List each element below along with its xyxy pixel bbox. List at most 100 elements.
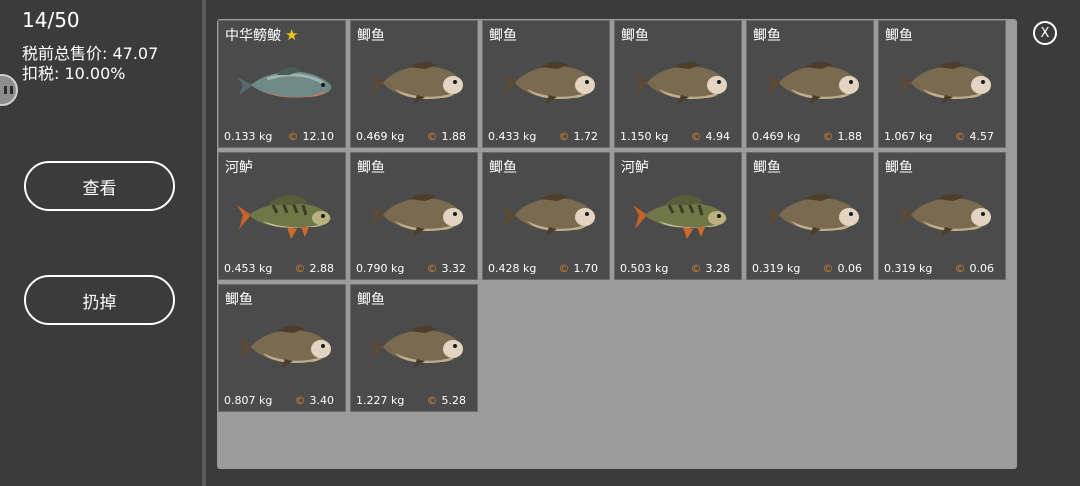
coin-icon: © — [558, 130, 570, 143]
fish-price-value: 1.88 — [837, 130, 863, 143]
fish-name: 鲫鱼 — [753, 25, 781, 45]
drop-button[interactable]: 扔掉 — [24, 275, 175, 325]
fish-card[interactable]: 鲫鱼 0.428 kg © 1.70 — [482, 152, 610, 280]
fish-name: 中华鳑鲏 ★ — [225, 25, 298, 45]
fish-price-value: 1.72 — [573, 130, 599, 143]
perch-fish-icon — [233, 183, 337, 247]
fish-weight: 0.469 kg — [752, 130, 801, 143]
fish-weight: 0.433 kg — [488, 130, 537, 143]
fish-name: 鲫鱼 — [225, 289, 253, 309]
fish-weight: 0.503 kg — [620, 262, 669, 275]
carp-fish-icon — [365, 183, 469, 247]
fish-price-value: 4.57 — [969, 130, 995, 143]
coin-icon: © — [426, 130, 438, 143]
fish-name: 鲫鱼 — [357, 157, 385, 177]
fish-grid: 中华鳑鲏 ★ 0.133 kg © 12.10 鲫鱼 0.469 kg © 1.88 鲫鱼 0… — [217, 19, 1017, 469]
fish-card[interactable]: 鲫鱼 0.469 kg © 1.88 — [746, 20, 874, 148]
coin-icon: © — [426, 262, 438, 275]
side-handle-icon[interactable] — [0, 74, 18, 106]
fish-name-text: 鲫鱼 — [225, 292, 253, 308]
star-icon: ★ — [285, 26, 299, 44]
fish-name: 河鲈 — [621, 157, 649, 177]
close-button[interactable]: X — [1033, 21, 1057, 45]
fish-card[interactable]: 鲫鱼 1.227 kg © 5.28 — [350, 284, 478, 412]
carp-fish-icon — [365, 315, 469, 379]
coin-icon: © — [294, 394, 306, 407]
fish-card[interactable]: 鲫鱼 0.469 kg © 1.88 — [350, 20, 478, 148]
fish-weight: 0.319 kg — [884, 262, 933, 275]
fish-weight: 0.790 kg — [356, 262, 405, 275]
fish-card[interactable]: 鲫鱼 1.150 kg © 4.94 — [614, 20, 742, 148]
fish-name-text: 鲫鱼 — [357, 160, 385, 176]
fish-price: © 4.57 — [955, 130, 995, 143]
carp-fish-icon — [893, 183, 997, 247]
fish-price-value: 5.28 — [441, 394, 467, 407]
carp-fish-icon — [497, 51, 601, 115]
coin-icon: © — [954, 130, 966, 143]
fish-price: © 3.28 — [691, 262, 731, 275]
carp-fish-icon — [893, 51, 997, 115]
fish-name-text: 鲫鱼 — [489, 28, 517, 44]
fish-price: © 0.06 — [955, 262, 995, 275]
coin-icon: © — [294, 262, 306, 275]
fish-price: © 0.06 — [823, 262, 863, 275]
fish-weight: 0.453 kg — [224, 262, 273, 275]
fish-name-text: 鲫鱼 — [885, 160, 913, 176]
fish-card[interactable]: 鲫鱼 0.433 kg © 1.72 — [482, 20, 610, 148]
fish-price-value: 12.10 — [302, 130, 335, 143]
view-button[interactable]: 查看 — [24, 161, 175, 211]
fish-card[interactable]: 鲫鱼 0.807 kg © 3.40 — [218, 284, 346, 412]
carp-fish-icon — [629, 51, 733, 115]
panel-divider — [202, 0, 206, 486]
fish-price: © 4.94 — [691, 130, 731, 143]
fish-name-text: 河鲈 — [621, 160, 649, 176]
fish-weight: 1.067 kg — [884, 130, 933, 143]
bitterling-fish-icon — [233, 51, 337, 115]
coin-icon: © — [558, 262, 570, 275]
fish-card[interactable]: 河鲈 0.453 kg © 2.88 — [218, 152, 346, 280]
fish-price-value: 0.06 — [837, 262, 863, 275]
catch-count: 14/50 — [22, 8, 80, 32]
fish-name-text: 鲫鱼 — [357, 28, 385, 44]
fish-price: © 1.70 — [559, 262, 599, 275]
fish-name-text: 鲫鱼 — [621, 28, 649, 44]
fish-price-value: 4.94 — [705, 130, 731, 143]
fish-name: 鲫鱼 — [885, 25, 913, 45]
fish-name-text: 鲫鱼 — [885, 28, 913, 44]
carp-fish-icon — [497, 183, 601, 247]
fish-weight: 0.428 kg — [488, 262, 537, 275]
fish-price: © 2.88 — [295, 262, 335, 275]
fish-name-text: 鲫鱼 — [753, 28, 781, 44]
coin-icon: © — [690, 262, 702, 275]
fish-name: 鲫鱼 — [753, 157, 781, 177]
fish-price: © 12.10 — [288, 130, 335, 143]
fish-price: © 1.88 — [427, 130, 467, 143]
fish-price: © 3.32 — [427, 262, 467, 275]
fish-weight: 0.807 kg — [224, 394, 273, 407]
fish-weight: 1.150 kg — [620, 130, 669, 143]
fish-card[interactable]: 鲫鱼 0.790 kg © 3.32 — [350, 152, 478, 280]
fish-name: 鲫鱼 — [357, 289, 385, 309]
fish-weight: 0.133 kg — [224, 130, 273, 143]
fish-name-text: 鲫鱼 — [489, 160, 517, 176]
fish-price: © 1.72 — [559, 130, 599, 143]
fish-name: 鲫鱼 — [489, 157, 517, 177]
coin-icon: © — [690, 130, 702, 143]
tax-rate: 扣税: 10.00% — [22, 64, 126, 83]
fish-weight: 0.319 kg — [752, 262, 801, 275]
fish-card[interactable]: 中华鳑鲏 ★ 0.133 kg © 12.10 — [218, 20, 346, 148]
fish-card[interactable]: 鲫鱼 1.067 kg © 4.57 — [878, 20, 1006, 148]
fish-price: © 1.88 — [823, 130, 863, 143]
perch-fish-icon — [629, 183, 733, 247]
fish-name: 鲫鱼 — [885, 157, 913, 177]
fish-card[interactable]: 河鲈 0.503 kg © 3.28 — [614, 152, 742, 280]
fish-name-text: 鲫鱼 — [357, 292, 385, 308]
fish-price: © 5.28 — [427, 394, 467, 407]
coin-icon: © — [822, 262, 834, 275]
fish-card[interactable]: 鲫鱼 0.319 kg © 0.06 — [878, 152, 1006, 280]
fish-price-value: 3.28 — [705, 262, 731, 275]
fish-name-text: 中华鳑鲏 — [225, 28, 281, 44]
fish-card[interactable]: 鲫鱼 0.319 kg © 0.06 — [746, 152, 874, 280]
fish-name-text: 河鲈 — [225, 160, 253, 176]
coin-icon: © — [822, 130, 834, 143]
